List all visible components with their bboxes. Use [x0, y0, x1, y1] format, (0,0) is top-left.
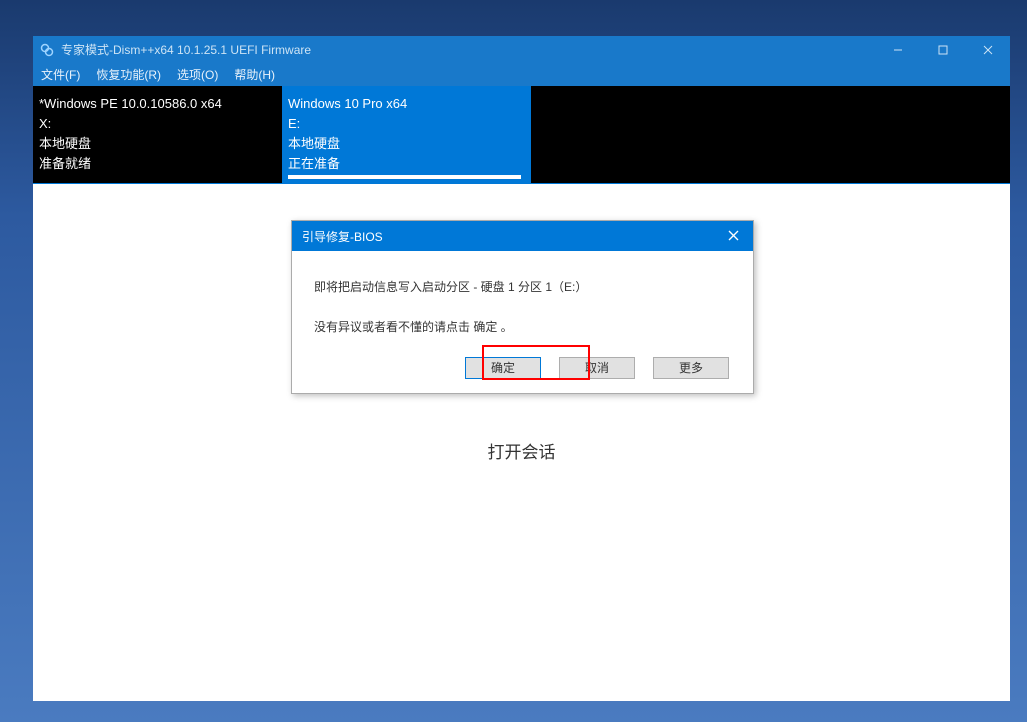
menu-file[interactable]: 文件(F) [41, 66, 80, 83]
more-button[interactable]: 更多 [653, 357, 729, 379]
titlebar: 专家模式-Dism++x64 10.1.25.1 UEFI Firmware [33, 36, 1010, 63]
menu-options[interactable]: 选项(O) [177, 66, 218, 83]
dialog-buttons: 确定 取消 更多 [314, 357, 731, 379]
close-button[interactable] [965, 36, 1010, 63]
boot-repair-dialog: 引导修复-BIOS 即将把启动信息写入启动分区 - 硬盘 1 分区 1（E:） … [291, 220, 754, 394]
dialog-message-2: 没有异议或者看不懂的请点击 确定 。 [314, 317, 731, 337]
dialog-body: 即将把启动信息写入启动分区 - 硬盘 1 分区 1（E:） 没有异议或者看不懂的… [292, 251, 753, 393]
menu-recover[interactable]: 恢复功能(R) [96, 66, 161, 83]
os-name: Windows 10 Pro x64 [288, 94, 521, 114]
open-session-label: 打开会话 [488, 438, 556, 463]
ok-button[interactable]: 确定 [465, 357, 541, 379]
dialog-titlebar: 引导修复-BIOS [292, 221, 753, 251]
dialog-message-1: 即将把启动信息写入启动分区 - 硬盘 1 分区 1（E:） [314, 277, 731, 297]
os-name: *Windows PE 10.0.10586.0 x64 [39, 94, 272, 114]
os-status: 准备就绪 [39, 154, 272, 174]
menubar: 文件(F) 恢复功能(R) 选项(O) 帮助(H) [33, 63, 1010, 86]
window-title: 专家模式-Dism++x64 10.1.25.1 UEFI Firmware [61, 41, 875, 58]
os-status: 正在准备 [288, 154, 521, 174]
os-card-winpe[interactable]: *Windows PE 10.0.10586.0 x64 X: 本地硬盘 准备就… [33, 86, 282, 183]
app-icon [39, 42, 55, 58]
menu-help[interactable]: 帮助(H) [234, 66, 275, 83]
os-disk: 本地硬盘 [288, 134, 521, 154]
window-controls [875, 36, 1010, 63]
os-disk: 本地硬盘 [39, 134, 272, 154]
os-drive: E: [288, 114, 521, 134]
os-drive: X: [39, 114, 272, 134]
os-panel: *Windows PE 10.0.10586.0 x64 X: 本地硬盘 准备就… [33, 86, 1010, 183]
os-progress-bar [288, 175, 521, 179]
os-card-win10[interactable]: Windows 10 Pro x64 E: 本地硬盘 正在准备 [282, 86, 531, 183]
dialog-close-button[interactable] [713, 228, 753, 244]
minimize-button[interactable] [875, 36, 920, 63]
cancel-button[interactable]: 取消 [559, 357, 635, 379]
dialog-title-text: 引导修复-BIOS [302, 228, 383, 245]
maximize-button[interactable] [920, 36, 965, 63]
